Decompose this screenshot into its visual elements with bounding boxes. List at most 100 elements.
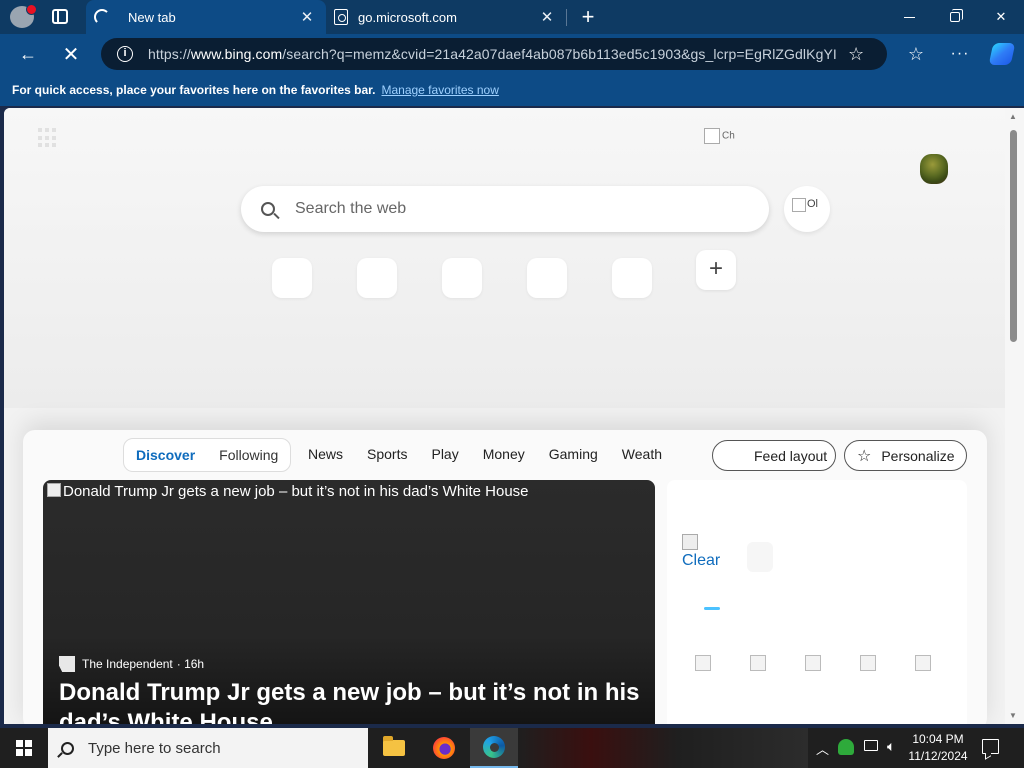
hero-source: The Independent · 16h (59, 656, 204, 672)
feed-layout-button[interactable]: Feed layout (712, 440, 836, 471)
user-tray-icon[interactable] (838, 739, 854, 755)
favorites-icon[interactable]: ☆ (900, 38, 932, 70)
url-path: /search?q=memz&cvid=21a42a07daef4ab087b6… (282, 46, 838, 62)
more-icon[interactable]: ··· (944, 38, 976, 70)
new-tab-button[interactable]: + (575, 4, 601, 30)
search-box[interactable] (241, 186, 769, 232)
taskbar-search-input[interactable] (88, 739, 287, 757)
restore-button[interactable] (932, 0, 978, 34)
firefox-button[interactable] (420, 728, 468, 768)
windows-logo-icon (16, 740, 32, 756)
quick-link-tile[interactable] (612, 258, 652, 298)
start-button[interactable] (0, 728, 48, 768)
firefox-icon (433, 737, 455, 759)
site-info-icon[interactable]: i (117, 46, 133, 62)
weather-card[interactable]: Clear (667, 480, 967, 724)
tab-new-tab[interactable]: New tab ✕ (86, 0, 326, 34)
forecast-day-icons (695, 655, 970, 671)
broken-image: Ch (704, 128, 735, 144)
manage-favorites-link[interactable]: Manage favorites now (381, 83, 498, 97)
notifications-icon[interactable] (982, 739, 999, 754)
tab-title: go.microsoft.com (358, 9, 457, 25)
profile-avatar-icon[interactable] (10, 4, 37, 28)
user-avatar-image[interactable] (920, 154, 948, 184)
feed-nav-weather[interactable]: Weather (622, 446, 662, 462)
quick-link-tile[interactable] (272, 258, 312, 298)
edge-icon (483, 736, 505, 758)
feed-nav-news[interactable]: News (308, 446, 343, 462)
forecast-icon (860, 655, 876, 671)
feed-nav-money[interactable]: Money (483, 446, 525, 462)
edge-button[interactable] (470, 728, 518, 768)
feed-nav: News Sports Play Money Gaming Weather (308, 446, 662, 462)
feed-nav-sports[interactable]: Sports (367, 446, 407, 462)
quick-links (272, 258, 697, 298)
loading-spinner-icon (94, 9, 110, 25)
tab-go-microsoft[interactable]: go.microsoft.com ✕ (326, 0, 566, 34)
tab-actions-icon[interactable] (52, 9, 68, 24)
tab-close-icon[interactable]: ✕ (534, 8, 560, 26)
show-hidden-icons-chevron-icon[interactable]: ︿ (816, 739, 829, 758)
url-text[interactable]: https://www.bing.com/search?q=memz&cvid=… (148, 46, 838, 62)
quick-link-tile[interactable] (357, 258, 397, 298)
feed-pill-group: Discover Following (123, 438, 292, 472)
add-quick-link-button[interactable]: + (696, 250, 736, 290)
volume-icon[interactable]: 🔈︎ (887, 738, 895, 755)
scroll-thumb[interactable] (1010, 130, 1017, 342)
browser-titlebar: New tab ✕ go.microsoft.com ✕ + ✕ (0, 0, 1024, 34)
tab-close-icon[interactable]: ✕ (294, 8, 320, 26)
copilot-icon[interactable] (986, 38, 1018, 70)
apps-launcher-icon[interactable] (38, 128, 58, 148)
minimize-button[interactable] (886, 0, 932, 34)
search-icon (261, 202, 275, 216)
publisher-name: The Independent (82, 657, 173, 671)
forecast-icon (915, 655, 931, 671)
forecast-icon (695, 655, 711, 671)
personalize-icon: ☆ (857, 447, 872, 465)
hero-news-card[interactable]: Donald Trump Jr gets a new job – but it’… (43, 480, 655, 724)
file-explorer-button[interactable] (370, 728, 418, 768)
page-scrollbar[interactable]: ▲ ▼ (1005, 108, 1024, 724)
weather-indicator (704, 607, 720, 610)
search-input[interactable] (295, 200, 715, 218)
tab-title: New tab (128, 9, 176, 25)
feed-layout-label: Feed layout (754, 447, 828, 464)
search-icon (61, 741, 74, 755)
news-feed: Discover Following News Sports Play Mone… (23, 430, 987, 724)
article-age: · 16h (176, 657, 205, 671)
quick-link-tile[interactable] (442, 258, 482, 298)
clock-date: 11/12/2024 (908, 749, 968, 763)
tab-separator (566, 9, 567, 26)
close-window-button[interactable]: ✕ (978, 0, 1024, 34)
scroll-up-icon[interactable]: ▲ (1009, 112, 1017, 121)
taskbar-background (518, 728, 808, 768)
tab-discover[interactable]: Discover (124, 447, 207, 463)
quick-link-tile[interactable] (527, 258, 567, 298)
hero-headline[interactable]: Donald Trump Jr gets a new job – but it’… (59, 678, 649, 724)
restore-icon (950, 9, 963, 22)
weather-placeholder (747, 542, 773, 572)
favorites-bar-message: For quick access, place your favorites h… (12, 83, 376, 97)
weather-condition-image: Clear (682, 534, 720, 570)
tab-following[interactable]: Following (207, 447, 290, 463)
add-favorite-star-icon[interactable]: ☆ (848, 44, 864, 65)
address-bar[interactable]: i https://www.bing.com/search?q=memz&cvi… (101, 38, 887, 70)
feed-nav-play[interactable]: Play (431, 446, 458, 462)
url-prefix: https:// (148, 46, 191, 62)
scroll-down-icon[interactable]: ▼ (1009, 711, 1017, 720)
network-icon[interactable] (864, 740, 878, 751)
back-arrow-icon[interactable]: ← (12, 38, 44, 70)
clock[interactable]: 10:04 PM 11/12/2024 (906, 731, 970, 765)
stop-icon[interactable]: ✕ (55, 38, 87, 70)
url-domain: www.bing.com (190, 46, 283, 62)
publisher-logo-icon (59, 656, 75, 672)
visual-search-button[interactable]: Ol (784, 186, 830, 232)
clock-time: 10:04 PM (912, 732, 964, 746)
personalize-button[interactable]: ☆ Personalize (844, 440, 967, 471)
file-explorer-icon (383, 736, 405, 756)
taskbar-search[interactable] (48, 728, 368, 768)
forecast-icon (805, 655, 821, 671)
copilot-logo (988, 43, 1016, 65)
minimize-icon (903, 16, 915, 18)
feed-nav-gaming[interactable]: Gaming (549, 446, 598, 462)
